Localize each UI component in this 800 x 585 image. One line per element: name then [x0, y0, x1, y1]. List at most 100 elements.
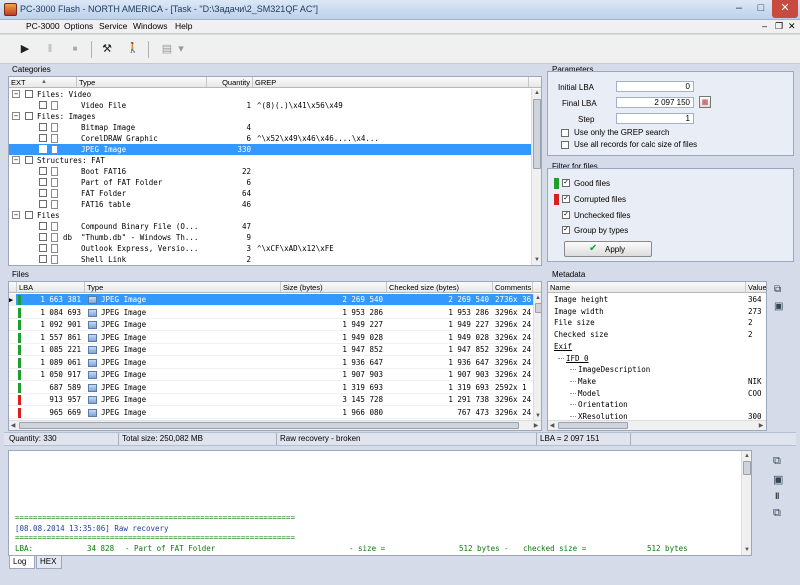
log-save-icon[interactable]: ▣: [773, 473, 783, 486]
scroll-thumb[interactable]: [19, 422, 519, 429]
copy-icon[interactable]: ⧉: [774, 284, 788, 296]
category-row[interactable]: FAT Folder 64: [9, 188, 531, 199]
document-icon[interactable]: ▤: [158, 40, 176, 58]
metadata-row[interactable]: Checked size 2: [548, 329, 766, 340]
menu-options[interactable]: Options: [64, 21, 93, 31]
expand-collapse-icon[interactable]: −: [12, 90, 20, 98]
expand-collapse-icon[interactable]: −: [12, 112, 20, 120]
category-row[interactable]: CorelDRAW Graphic 6 ^\x52\x49\x46\x46....\…: [9, 133, 531, 144]
mdi-restore-icon[interactable]: ❐: [775, 21, 783, 32]
scroll-up-icon[interactable]: ▲: [743, 452, 751, 460]
category-checkbox[interactable]: [39, 189, 47, 197]
play-icon[interactable]: ▶: [16, 40, 34, 58]
col-name[interactable]: Name: [548, 282, 746, 292]
category-group-row[interactable]: − Structures: FAT: [9, 155, 531, 166]
category-checkbox[interactable]: [39, 145, 47, 153]
expand-collapse-icon[interactable]: −: [12, 156, 20, 164]
category-row[interactable]: Outlook Express, Versio... 3 ^\xCF\xAD\x12…: [9, 243, 531, 254]
file-row[interactable]: 1 089 061 JPEG Image 1 936 647 1 936 647 329…: [9, 357, 533, 369]
category-checkbox[interactable]: [39, 101, 47, 109]
scroll-down-icon[interactable]: ▼: [533, 256, 541, 264]
metadata-row[interactable]: Exif: [548, 341, 766, 352]
log-scrollbar[interactable]: ▲ ▼: [741, 451, 751, 555]
category-checkbox[interactable]: [39, 134, 47, 142]
scroll-left-icon[interactable]: ◀: [548, 422, 556, 430]
metadata-row[interactable]: Orientation: [548, 399, 766, 410]
files-scrollbar[interactable]: ▲ ▼: [533, 294, 541, 420]
col-size[interactable]: Size (bytes): [281, 282, 387, 292]
category-checkbox[interactable]: [39, 244, 47, 252]
category-row[interactable]: Shell Link 2: [9, 254, 531, 265]
category-group-row[interactable]: − Files: Images: [9, 111, 531, 122]
categories-scrollbar[interactable]: ▲ ▼: [531, 89, 541, 265]
category-group-row[interactable]: − Files: Video: [9, 89, 531, 100]
col-grep[interactable]: GREP: [253, 77, 529, 87]
group-checkbox[interactable]: [25, 112, 33, 120]
col-file-type[interactable]: Type: [85, 282, 281, 292]
scroll-thumb[interactable]: [533, 99, 541, 169]
scroll-down-icon[interactable]: ▼: [534, 412, 541, 420]
unchecked-files-checkbox[interactable]: ✓: [562, 211, 570, 219]
initial-lba-input[interactable]: 0: [616, 81, 694, 92]
file-row[interactable]: 1 092 901 JPEG Image 1 949 227 1 949 227 329…: [9, 319, 533, 331]
category-row[interactable]: Part of FAT Folder 6: [9, 177, 531, 188]
col-type[interactable]: Type: [77, 77, 207, 87]
category-checkbox[interactable]: [39, 222, 47, 230]
step-input[interactable]: 1: [616, 113, 694, 124]
log-pause-icon[interactable]: ‖: [775, 491, 779, 501]
tools-icon[interactable]: ⚒: [98, 40, 116, 58]
run-icon[interactable]: 🚶: [124, 40, 142, 58]
col-lba[interactable]: LBA: [17, 282, 85, 292]
group-by-types-checkbox[interactable]: ✓: [562, 226, 570, 234]
files-hscrollbar[interactable]: ◀ ▶: [9, 420, 541, 430]
category-checkbox[interactable]: [39, 200, 47, 208]
chevron-down-icon[interactable]: ▾: [176, 40, 186, 58]
category-row[interactable]: FAT16 table 46: [9, 199, 531, 210]
tab-hex[interactable]: HEX: [36, 556, 62, 569]
menu-windows[interactable]: Windows: [133, 21, 167, 31]
scroll-right-icon[interactable]: ▶: [757, 422, 765, 430]
minimize-button[interactable]: –: [728, 0, 750, 18]
category-row[interactable]: Video File 1 ^(8)(.)\x41\x56\x49: [9, 100, 531, 111]
group-checkbox[interactable]: [25, 211, 33, 219]
scroll-up-icon[interactable]: ▲: [533, 89, 541, 97]
group-checkbox[interactable]: [25, 90, 33, 98]
col-quantity[interactable]: Quantity: [207, 77, 253, 87]
file-row[interactable]: 1 557 861 JPEG Image 1 949 028 1 949 028 329…: [9, 332, 533, 344]
file-row[interactable]: 965 669 JPEG Image 1 966 080 767 473 3296x 2…: [9, 407, 533, 419]
file-row[interactable]: 687 589 JPEG Image 1 319 693 1 319 693 2592x…: [9, 382, 533, 394]
file-row[interactable]: 913 957 JPEG Image 3 145 728 1 291 738 3296x…: [9, 394, 533, 406]
metadata-row[interactable]: Make NIK: [548, 376, 766, 387]
log-export-icon[interactable]: ⧉: [773, 507, 781, 520]
final-lba-input[interactable]: 2 097 150: [616, 97, 694, 108]
close-button[interactable]: ✕: [772, 0, 798, 18]
category-row[interactable]: JPEG Image 330: [9, 144, 531, 155]
menu-pc3000[interactable]: PC-3000: [26, 21, 60, 31]
calendar-icon[interactable]: ▦: [699, 96, 711, 108]
all-records-checkbox[interactable]: [561, 141, 569, 149]
scroll-thumb[interactable]: [558, 422, 628, 429]
scroll-down-icon[interactable]: ▼: [743, 546, 751, 554]
category-checkbox[interactable]: [39, 178, 47, 186]
category-row[interactable]: Boot FAT16 22: [9, 166, 531, 177]
metadata-row[interactable]: Image width 273: [548, 306, 766, 317]
col-comments[interactable]: Comments: [493, 282, 533, 292]
group-checkbox[interactable]: [25, 156, 33, 164]
stop-icon[interactable]: ■: [66, 40, 84, 58]
metadata-row[interactable]: IFD 0: [548, 353, 766, 364]
metadata-hscrollbar[interactable]: ◀ ▶: [548, 420, 766, 430]
file-row[interactable]: 1 085 221 JPEG Image 1 947 852 1 947 852 329…: [9, 344, 533, 356]
file-row[interactable]: 1 050 917 JPEG Image 1 907 903 1 907 903 329…: [9, 369, 533, 381]
col-checked-size[interactable]: Checked size (bytes): [387, 282, 493, 292]
file-row[interactable]: ▶ 1 663 381 JPEG Image 2 269 540 2 269 540 27…: [9, 294, 533, 306]
category-row[interactable]: Bitmap Image 4: [9, 122, 531, 133]
category-checkbox[interactable]: [39, 255, 47, 263]
scroll-thumb[interactable]: [535, 303, 541, 313]
scroll-right-icon[interactable]: ▶: [532, 422, 540, 430]
col-value[interactable]: Value: [746, 282, 766, 292]
corrupted-files-checkbox[interactable]: ✓: [562, 195, 570, 203]
apply-button[interactable]: ✔ Apply: [564, 241, 652, 257]
category-row[interactable]: db "Thumb.db" - Windows Th... 9: [9, 232, 531, 243]
menu-help[interactable]: Help: [175, 21, 192, 31]
metadata-row[interactable]: ImageDescription: [548, 364, 766, 375]
